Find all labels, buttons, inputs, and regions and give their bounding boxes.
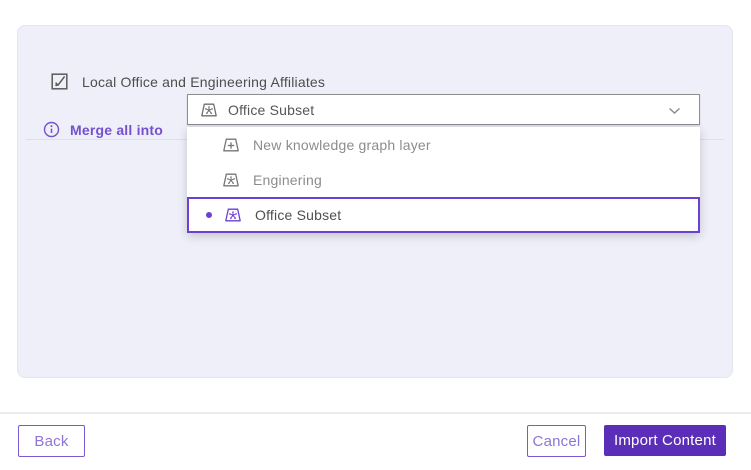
footer-divider: [0, 412, 751, 414]
cancel-button[interactable]: Cancel: [527, 425, 586, 457]
menu-item-new-knowledge-graph-layer[interactable]: New knowledge graph layer: [187, 127, 700, 162]
knowledge-graph-layer-icon: [200, 101, 218, 119]
menu-item-label: Enginering: [253, 172, 322, 188]
knowledge-graph-layer-icon: [222, 171, 240, 189]
layer-row: Local Office and Engineering Affiliates: [51, 73, 325, 90]
new-knowledge-graph-layer-icon: [222, 136, 240, 154]
info-icon: [43, 121, 60, 138]
merge-target-select[interactable]: Office Subset: [187, 94, 700, 125]
bullet-dot: [206, 212, 212, 218]
select-value: Office Subset: [228, 102, 314, 118]
layer-name-label: Local Office and Engineering Affiliates: [82, 74, 325, 90]
menu-item-enginering[interactable]: Enginering: [187, 162, 700, 197]
import-content-button[interactable]: Import Content: [604, 425, 726, 456]
menu-item-label: Office Subset: [255, 207, 341, 223]
check-square-icon: [51, 73, 68, 90]
merge-all-into-label: Merge all into: [70, 122, 163, 138]
merge-row: Merge all into: [43, 121, 163, 138]
back-button[interactable]: Back: [18, 425, 85, 457]
menu-item-label: New knowledge graph layer: [253, 137, 431, 153]
menu-item-office-subset[interactable]: Office Subset: [187, 197, 700, 233]
knowledge-graph-layer-icon: [224, 206, 242, 224]
merge-target-dropdown-menu: New knowledge graph layer Enginering: [187, 127, 700, 233]
chevron-down-icon: [668, 107, 681, 115]
